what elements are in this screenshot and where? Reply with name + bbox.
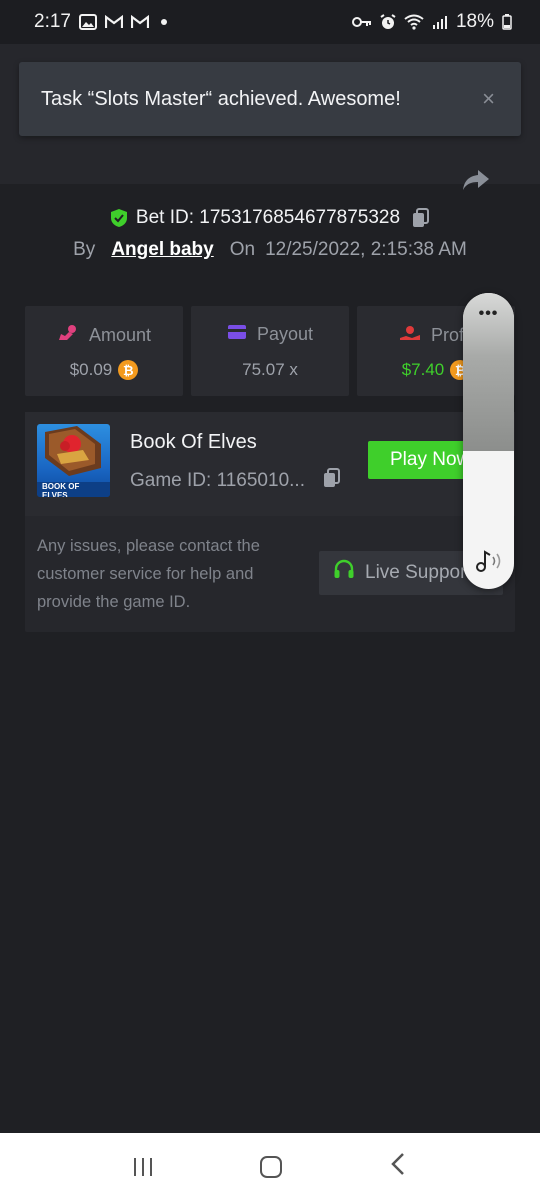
stat-value: 75.07 x <box>242 360 298 379</box>
game-header: BOOK OF ELVES Book Of Elves Game ID: 116… <box>25 412 515 516</box>
gmail-icon <box>104 15 123 29</box>
profit-icon <box>399 324 421 347</box>
more-options-icon[interactable]: ••• <box>463 305 514 323</box>
image-icon <box>78 14 97 30</box>
game-name: Book Of Elves <box>130 431 257 453</box>
volume-slider[interactable]: ••• <box>463 293 514 589</box>
status-bar: 2:17 18% <box>0 0 540 44</box>
bet-id-row: Bet ID: 1753176854677875328 <box>0 205 540 231</box>
system-nav-bar <box>0 1133 540 1200</box>
game-id: Game ID: 1165010... <box>130 470 305 491</box>
thumbnail-text: BOOK OF ELVES <box>42 482 80 497</box>
help-text: Any issues, please contact the customer … <box>37 537 260 611</box>
game-id-row: Game ID: 1165010... <box>130 468 341 494</box>
alarm-icon <box>380 14 396 30</box>
stat-value: $0.09 <box>69 360 113 379</box>
card-icon <box>227 324 247 345</box>
wifi-icon <box>404 14 424 30</box>
by-label: By <box>73 239 96 260</box>
on-label: On <box>229 239 256 260</box>
share-icon[interactable] <box>462 168 490 192</box>
stat-value: $7.40 <box>401 360 445 379</box>
close-icon[interactable]: × <box>482 88 495 110</box>
achievement-toast: Task “Slots Master“ achieved. Awesome! × <box>19 62 521 136</box>
recent-apps-icon[interactable] <box>134 1157 152 1176</box>
stat-label: Payout <box>256 324 314 344</box>
copy-icon[interactable] <box>323 468 341 494</box>
stat-amount: Amount $0.09 ₿ <box>25 306 183 396</box>
bet-author-row: By Angel baby On 12/25/2022, 2:15:38 AM <box>0 237 540 263</box>
game-card: BOOK OF ELVES Book Of Elves Game ID: 116… <box>25 412 515 632</box>
battery-icon <box>502 14 512 30</box>
signal-icon <box>432 14 448 30</box>
play-now-label: Play Now <box>390 449 471 470</box>
battery-percent: 18% <box>455 11 494 32</box>
home-icon[interactable] <box>260 1155 282 1178</box>
bet-id: Bet ID: 1753176854677875328 <box>135 207 401 228</box>
user-link[interactable]: Angel baby <box>111 239 213 261</box>
live-support-label: Live Support <box>365 562 472 583</box>
headset-icon <box>333 559 355 587</box>
shield-check-icon <box>110 208 128 228</box>
status-time: 2:17 <box>34 11 71 32</box>
gmail-icon <box>130 15 149 29</box>
stat-label: Amount <box>88 325 152 345</box>
bitcoin-icon: ₿ <box>118 360 139 380</box>
toast-message: Task “Slots Master“ achieved. Awesome! <box>41 87 401 110</box>
back-icon[interactable] <box>390 1152 406 1181</box>
amount-icon <box>57 324 79 347</box>
key-icon <box>351 16 372 28</box>
notification-dot-icon <box>160 19 167 25</box>
media-volume-icon <box>475 549 505 573</box>
copy-icon[interactable] <box>412 208 430 228</box>
game-thumbnail[interactable]: BOOK OF ELVES <box>37 424 110 497</box>
bet-date: 12/25/2022, 2:15:38 AM <box>265 239 467 260</box>
stat-payout: Payout 75.07 x <box>191 306 349 396</box>
